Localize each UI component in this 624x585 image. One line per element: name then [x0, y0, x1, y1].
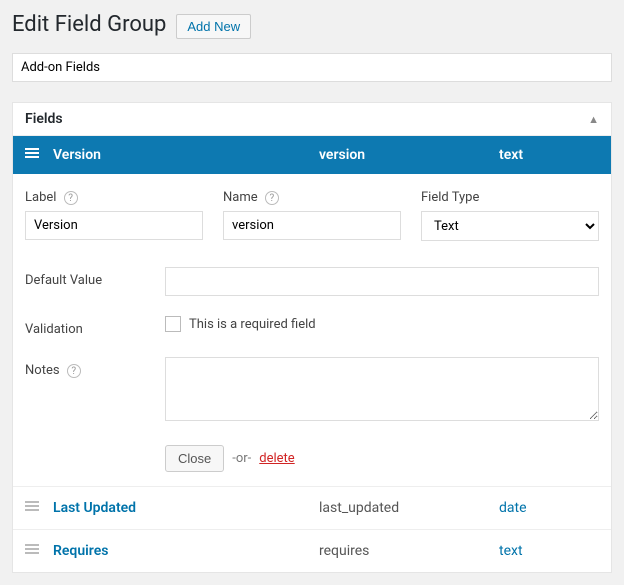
row-label[interactable]: Last Updated: [53, 500, 319, 516]
type-select[interactable]: Text: [421, 211, 599, 241]
drag-icon[interactable]: [25, 542, 53, 560]
header-type: text: [499, 147, 599, 163]
drag-icon[interactable]: [25, 146, 53, 164]
add-new-button[interactable]: Add New: [176, 14, 251, 39]
field-row[interactable]: Requires requires text: [13, 529, 611, 572]
required-label: This is a required field: [189, 317, 316, 332]
required-checkbox[interactable]: [165, 316, 181, 332]
notes-label: Notes ?: [25, 357, 165, 378]
row-type[interactable]: date: [499, 500, 599, 516]
delete-link[interactable]: delete: [259, 451, 294, 466]
drag-icon[interactable]: [25, 499, 53, 517]
field-row-expanded-header[interactable]: Version version text: [13, 136, 611, 174]
row-name: requires: [319, 543, 499, 559]
header-name: version: [319, 147, 499, 163]
page-title: Edit Field Group: [12, 12, 166, 37]
row-name: last_updated: [319, 500, 499, 516]
notes-textarea[interactable]: [165, 357, 599, 421]
fields-panel: Fields ▲ Version version text Label ? Na…: [12, 102, 612, 573]
collapse-icon[interactable]: ▲: [588, 113, 599, 126]
row-type[interactable]: text: [499, 543, 599, 559]
field-row[interactable]: Last Updated last_updated date: [13, 486, 611, 529]
validation-label: Validation: [25, 316, 165, 337]
header-label: Version: [53, 147, 319, 163]
default-value-input[interactable]: [165, 267, 599, 296]
help-icon[interactable]: ?: [265, 191, 279, 205]
help-icon[interactable]: ?: [67, 364, 81, 378]
panel-title: Fields: [25, 111, 63, 127]
default-value-label: Default Value: [25, 267, 165, 288]
group-title-input[interactable]: [12, 53, 612, 82]
name-input[interactable]: [223, 211, 401, 240]
type-label: Field Type: [421, 190, 599, 205]
row-label[interactable]: Requires: [53, 543, 319, 559]
label-input[interactable]: [25, 211, 203, 240]
label-label: Label ?: [25, 190, 203, 205]
close-button[interactable]: Close: [165, 445, 224, 472]
help-icon[interactable]: ?: [64, 191, 78, 205]
or-separator: -or-: [232, 451, 251, 466]
name-label: Name ?: [223, 190, 401, 205]
